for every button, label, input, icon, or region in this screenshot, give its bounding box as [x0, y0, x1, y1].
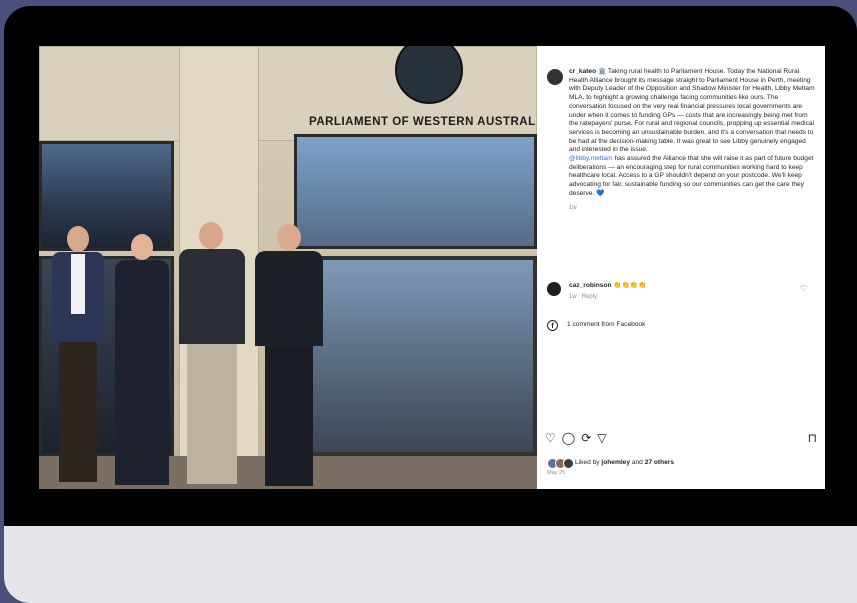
comment-reply-button[interactable]: Reply — [582, 294, 597, 300]
comment-username[interactable]: caz_robinson — [569, 282, 612, 289]
instagram-post: PARLIAMENT OF WESTERN AUSTRAL cr_kateo 🏛… — [39, 46, 825, 489]
author-emoji: 🏛️ — [597, 68, 607, 75]
comment-bubble-icon[interactable]: ◯ — [562, 431, 575, 447]
save-bookmark-icon[interactable]: ⊓ — [808, 431, 817, 447]
person-1 — [47, 226, 107, 489]
caption-mention-link[interactable]: @libby.mettam — [569, 155, 613, 162]
comment: caz_robinson 👏👏👏👏 1w Reply ♡ — [547, 282, 815, 302]
likes-others-link[interactable]: 27 others — [645, 459, 674, 468]
comment-text: 👏👏👏👏 — [613, 282, 647, 289]
like-avatars — [547, 458, 574, 469]
person-4 — [251, 224, 327, 489]
like-heart-icon[interactable]: ♡ — [545, 431, 556, 447]
window-upper-right — [294, 134, 537, 249]
share-repost-icon[interactable]: ⟳ — [581, 431, 591, 447]
likes-summary: Liked by johemley and 27 others — [547, 458, 674, 469]
facebook-comments-text[interactable]: 1 comment from Facebook — [567, 321, 645, 330]
likes-and: and — [631, 459, 643, 467]
likes-user-link[interactable]: johemley — [601, 459, 630, 468]
post-photo: PARLIAMENT OF WESTERN AUSTRAL — [39, 46, 537, 489]
send-paper-plane-icon[interactable]: ▽ — [597, 431, 606, 447]
comment-time: 1w — [569, 293, 577, 300]
caption-text-part1: Taking rural health to Parliament House.… — [569, 68, 815, 154]
author-username[interactable]: cr_kateo — [569, 68, 596, 75]
person-2 — [111, 234, 173, 489]
facebook-comments-row[interactable]: f 1 comment from Facebook — [547, 320, 645, 331]
likes-prefix: Liked by — [575, 459, 600, 467]
person-3 — [177, 222, 247, 489]
comment-avatar[interactable] — [547, 282, 561, 296]
parliament-sign: PARLIAMENT OF WESTERN AUSTRAL — [309, 116, 536, 128]
caption-time: 1w — [569, 204, 577, 211]
device-frame: PARLIAMENT OF WESTERN AUSTRAL cr_kateo 🏛… — [4, 6, 857, 603]
author-avatar[interactable] — [547, 69, 563, 85]
action-bar: ♡ ◯ ⟳ ▽ ⊓ — [545, 431, 817, 447]
facebook-icon: f — [547, 320, 558, 331]
comment-like-heart-icon[interactable]: ♡ — [800, 284, 807, 295]
post-side-panel: cr_kateo 🏛️ Taking rural health to Parli… — [537, 46, 825, 489]
caption: cr_kateo 🏛️ Taking rural health to Parli… — [547, 68, 815, 212]
device-bottom-bar — [4, 526, 857, 603]
glass-doors — [294, 256, 537, 456]
post-date: May 25 — [547, 470, 566, 476]
